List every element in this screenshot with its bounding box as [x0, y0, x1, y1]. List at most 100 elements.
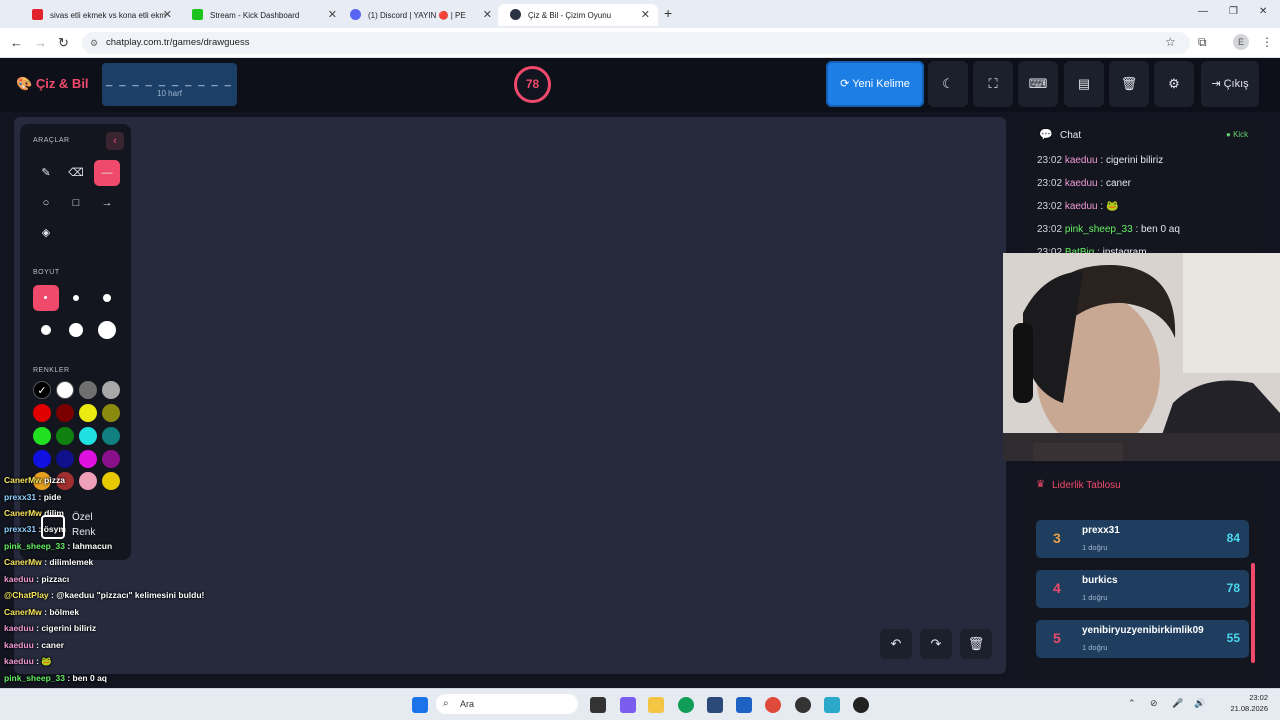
file-explorer-icon[interactable]: [648, 697, 664, 713]
leaderboard-correct-count: 1 doğru: [1082, 543, 1108, 552]
new-tab-button[interactable]: +: [664, 5, 672, 21]
taskbar-clock[interactable]: 23:02 21.08.2026: [1222, 692, 1268, 714]
media-player-icon[interactable]: [853, 697, 869, 713]
minimize-button[interactable]: —: [1198, 6, 1208, 17]
color-swatch[interactable]: [56, 404, 74, 422]
menu-kebab-icon[interactable]: ⋮: [1261, 35, 1273, 49]
chat-message-user: kaeduu: [1064, 201, 1098, 212]
color-swatch[interactable]: [33, 427, 51, 445]
settings-button[interactable]: ⚙: [1154, 61, 1194, 107]
circle-tool[interactable]: ○: [33, 190, 59, 216]
color-swatch[interactable]: [79, 472, 97, 490]
redo-button[interactable]: ↷: [920, 629, 952, 659]
color-swatch[interactable]: [102, 472, 120, 490]
color-swatch[interactable]: [79, 404, 97, 422]
profile-avatar[interactable]: E: [1233, 34, 1249, 50]
close-icon[interactable]: ✕: [483, 8, 492, 21]
bookmark-star-icon[interactable]: ☆: [1165, 35, 1176, 49]
url-field[interactable]: ⚙ chatplay.com.tr/games/drawguess: [82, 32, 1190, 54]
size-option-6[interactable]: [94, 317, 120, 343]
taskbar-search[interactable]: ⌕ Ara: [436, 694, 578, 714]
tray-chevron-icon[interactable]: ⌃: [1128, 698, 1136, 709]
fullscreen-button[interactable]: ⛶: [973, 61, 1013, 107]
new-word-button[interactable]: ⟳ Yeni Kelime: [826, 61, 924, 107]
color-swatch[interactable]: ✓: [33, 381, 51, 399]
size-option-5[interactable]: [63, 317, 89, 343]
volume-icon[interactable]: 🔊: [1194, 698, 1205, 709]
circle-icon: ○: [42, 197, 50, 209]
overlay-chat-text: : bölmek: [41, 607, 80, 617]
outlook-icon[interactable]: [736, 697, 752, 713]
chat-message: 23:02 kaeduu : 🐸: [1037, 201, 1118, 212]
color-swatch[interactable]: [102, 450, 120, 468]
restore-button[interactable]: ❐: [1229, 6, 1238, 17]
browser-tab-2[interactable]: Stream - Kick Dashboard ✕: [180, 4, 345, 26]
extensions-icon[interactable]: ⧉: [1198, 35, 1207, 50]
microphone-icon[interactable]: 🎤: [1172, 698, 1183, 709]
overlay-chat-user: CanerMw: [4, 607, 42, 617]
archive-button[interactable]: ▤: [1064, 61, 1104, 107]
color-swatch[interactable]: [33, 404, 51, 422]
browser-tab-3[interactable]: (1) Discord | YAYIN 🔴 | PE ✕: [338, 4, 500, 26]
task-view-icon[interactable]: [590, 697, 606, 713]
leaderboard-row[interactable]: 3 prexx31 1 doğru 84: [1036, 520, 1249, 558]
size-option-4[interactable]: [33, 317, 59, 343]
close-icon[interactable]: ✕: [328, 8, 337, 21]
leaderboard-row[interactable]: 4 burkics 1 doğru 78: [1036, 570, 1249, 608]
color-swatch[interactable]: [79, 427, 97, 445]
site-info-icon[interactable]: ⚙: [90, 32, 98, 54]
color-swatch[interactable]: [33, 450, 51, 468]
chrome-icon[interactable]: [765, 697, 781, 713]
exit-button[interactable]: ⇥ Çıkış: [1201, 61, 1259, 107]
chat-message: 23:02 kaeduu : cigerini biliriz: [1037, 155, 1163, 166]
color-swatch[interactable]: [102, 381, 120, 399]
keyboard-button[interactable]: ⌨: [1018, 61, 1058, 107]
close-window-button[interactable]: ✕: [1259, 6, 1267, 17]
forward-icon[interactable]: →: [34, 35, 47, 50]
overlay-chat-line: kaeduu : pizzacı: [4, 574, 69, 584]
size-option-1[interactable]: [33, 285, 59, 311]
browser-tab-active[interactable]: Çiz & Bil - Çizim Oyunu ✕: [498, 4, 658, 26]
color-swatch[interactable]: [79, 450, 97, 468]
delete-button[interactable]: 🗑: [1109, 61, 1149, 107]
fill-tool[interactable]: ◈: [33, 220, 59, 246]
app-icon[interactable]: [824, 697, 840, 713]
browser-tab-1[interactable]: sivas etli ekmek vs kona etli ekm ✕: [20, 4, 180, 26]
network-icon[interactable]: ⊘: [1150, 698, 1158, 709]
size-option-3[interactable]: [94, 285, 120, 311]
collapse-panel-button[interactable]: ‹: [106, 132, 124, 150]
custom-color-picker[interactable]: [41, 515, 65, 539]
leaderboard-row[interactable]: 5 yenibiryuzyenibirkimlik09 1 doğru 55: [1036, 620, 1249, 658]
clear-canvas-button[interactable]: 🗑: [960, 629, 992, 659]
arrow-tool[interactable]: →: [94, 190, 120, 216]
size-option-2[interactable]: [63, 285, 89, 311]
store-icon[interactable]: [707, 697, 723, 713]
windows-start-icon[interactable]: [412, 697, 428, 713]
back-icon[interactable]: ←: [10, 35, 23, 50]
undo-button[interactable]: ↶: [880, 629, 912, 659]
obs-icon[interactable]: [795, 697, 811, 713]
dark-mode-button[interactable]: ☾: [928, 61, 968, 107]
overlay-chat-line: kaeduu : cigerini biliriz: [4, 623, 96, 633]
close-icon[interactable]: ✕: [641, 8, 650, 21]
crown-icon: ♛: [1036, 479, 1045, 490]
copilot-icon[interactable]: [620, 697, 636, 713]
chat-message: 23:02 kaeduu : caner: [1037, 178, 1131, 189]
color-swatch[interactable]: [102, 404, 120, 422]
color-swatch[interactable]: [79, 381, 97, 399]
reload-icon[interactable]: ↻: [58, 35, 69, 51]
eraser-icon: ⌫: [68, 167, 84, 179]
close-icon[interactable]: ✕: [163, 8, 172, 21]
color-swatch[interactable]: [56, 381, 74, 399]
color-swatch[interactable]: [56, 427, 74, 445]
color-swatch[interactable]: [102, 427, 120, 445]
color-swatch[interactable]: [56, 450, 74, 468]
line-tool[interactable]: —: [94, 160, 120, 186]
brush-tool[interactable]: ✎: [33, 160, 59, 186]
expand-icon: ⛶: [988, 76, 998, 91]
leaderboard-scrollbar[interactable]: [1251, 563, 1255, 663]
rectangle-tool[interactable]: □: [63, 190, 89, 216]
edge-icon[interactable]: [678, 697, 694, 713]
eraser-tool[interactable]: ⌫: [63, 160, 89, 186]
app-logo[interactable]: 🎨 Çiz & Bil: [16, 76, 89, 92]
